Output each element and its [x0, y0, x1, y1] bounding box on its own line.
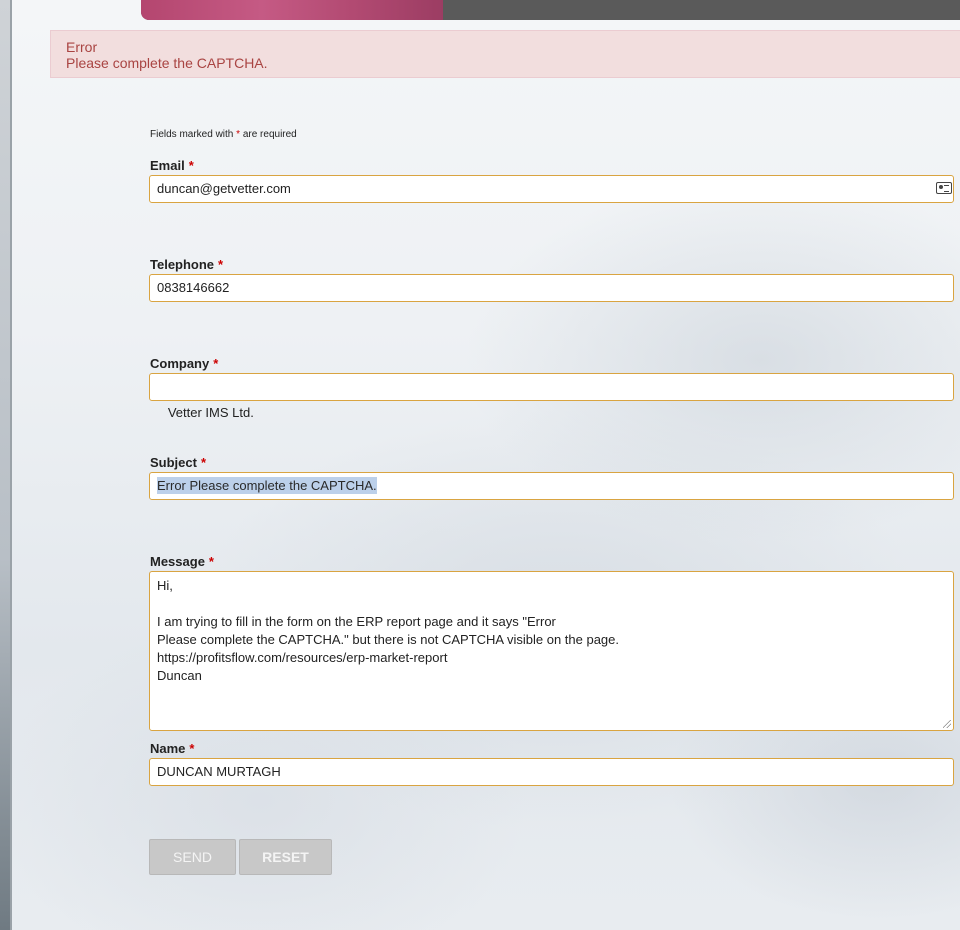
required-star: *: [188, 158, 194, 173]
header-banner-image: [141, 0, 443, 20]
subject-label-text: Subject: [150, 455, 197, 470]
email-value: duncan@getvetter.com: [157, 181, 291, 196]
message-label: Message *: [150, 554, 214, 569]
company-value: Vetter IMS Ltd.: [164, 405, 254, 420]
telephone-label-text: Telephone: [150, 257, 215, 272]
required-star: *: [213, 356, 219, 371]
name-label-text: Name: [150, 741, 186, 756]
required-star: *: [200, 455, 207, 470]
required-star: *: [189, 741, 195, 756]
company-label-text: Company: [150, 356, 210, 371]
message-value: Hi, I am trying to fill in the form on t…: [157, 578, 620, 683]
telephone-value: 0838146662: [157, 280, 230, 295]
header-banner: [141, 0, 960, 20]
required-star: *: [218, 257, 224, 272]
company-field[interactable]: Vetter IMS Ltd.: [149, 373, 954, 420]
window-left-edge: [0, 0, 10, 930]
subject-label: Subject *: [150, 455, 206, 470]
email-field[interactable]: duncan@getvetter.com: [149, 175, 954, 203]
resize-grip-icon[interactable]: [943, 720, 951, 728]
email-label-text: Email: [150, 158, 185, 173]
required-note-prefix: Fields marked with: [150, 129, 237, 140]
name-field[interactable]: DUNCAN MURTAGH: [149, 758, 954, 786]
message-label-text: Message: [150, 554, 205, 569]
required-note-suffix: are required: [240, 129, 297, 140]
error-alert-title: Error: [66, 39, 98, 55]
name-value: DUNCAN MURTAGH: [157, 764, 281, 779]
message-textarea[interactable]: Hi, I am trying to fill in the form on t…: [149, 571, 954, 731]
required-star: *: [208, 554, 214, 569]
error-alert: Error Please complete the CAPTCHA.: [50, 30, 960, 78]
page-background: [0, 0, 960, 930]
subject-value-selected: Error Please complete the CAPTCHA.: [157, 477, 377, 494]
required-fields-note: Fields marked with * are required: [150, 129, 297, 140]
window-left-edge-border: [10, 0, 12, 930]
telephone-label: Telephone *: [150, 257, 223, 272]
subject-field[interactable]: Error Please complete the CAPTCHA.: [149, 472, 954, 500]
email-label: Email *: [150, 158, 194, 173]
telephone-field[interactable]: 0838146662: [149, 274, 954, 302]
send-button[interactable]: SEND: [149, 839, 236, 875]
error-alert-message: Please complete the CAPTCHA.: [66, 55, 268, 71]
company-label: Company *: [150, 356, 218, 371]
contact-card-icon[interactable]: [936, 182, 952, 194]
name-label: Name *: [150, 741, 194, 756]
reset-button[interactable]: RESET: [239, 839, 332, 875]
